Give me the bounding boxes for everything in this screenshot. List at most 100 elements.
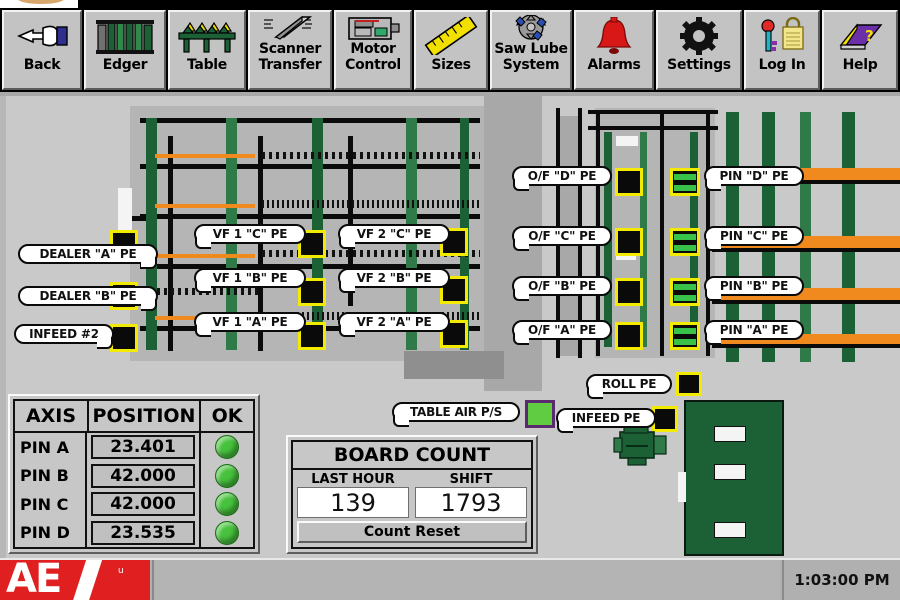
axis-ok-led [215, 520, 239, 545]
toolbar-button-log-in[interactable]: Log In [744, 10, 820, 90]
callout-dealer-b-pe[interactable]: DEALER "B" PE [18, 286, 158, 311]
lamp-of-d[interactable] [615, 168, 643, 196]
toolbar-button-table[interactable]: Table [168, 10, 246, 90]
lamp-pin-a[interactable] [670, 322, 700, 350]
toolbar-label-table: Table [186, 57, 227, 73]
toolbar-label-sizes: Sizes [431, 57, 471, 73]
toolbar-label-edger: Edger [102, 57, 148, 73]
callout-vf1-a-pe[interactable]: VF 1 "A" PE [194, 312, 306, 337]
toolbar-button-alarms[interactable]: Alarms [574, 10, 654, 90]
axis-position-value: 42.000 [91, 492, 195, 517]
edger-machine-icon [95, 15, 155, 57]
callout-text: TABLE AIR P/S [409, 405, 503, 419]
axis-header-position: POSITION [89, 401, 201, 431]
table-machine-icon [177, 15, 237, 57]
axis-position-panel: AXIS POSITION OK PIN A 23.401 PIN B 42.0… [8, 394, 260, 554]
callout-of-a-pe[interactable]: O/F "A" PE [512, 320, 612, 345]
table-row: PIN C 42.000 [15, 490, 253, 519]
lamp-infeed-2[interactable] [110, 324, 138, 352]
callout-pin-c-pe[interactable]: PIN "C" PE [704, 226, 804, 251]
toolbar-button-sizes[interactable]: Sizes [414, 10, 488, 90]
axis-ok-led [215, 492, 239, 517]
lower-platform [404, 351, 504, 379]
hand-pointer-icon [13, 15, 71, 57]
callout-text: INFEED #2 [29, 327, 99, 341]
toolbar-button-scanner-transfer[interactable]: Scanner Transfer [248, 10, 332, 90]
table-row: PIN A 23.401 [15, 433, 253, 462]
callout-roll-pe[interactable]: ROLL PE [586, 374, 672, 399]
outfeed-beam-4 [712, 344, 900, 348]
sawblade-lube-icon [503, 15, 559, 41]
callout-table-air-ps[interactable]: TABLE AIR P/S [392, 402, 520, 427]
toolbar-label-saw-lube: Saw Lube [494, 41, 568, 57]
callout-infeed-2[interactable]: INFEED #2 [14, 324, 114, 349]
axis-name: PIN B [15, 461, 87, 490]
lamp-roll-pe[interactable] [676, 372, 702, 396]
callout-vf2-b-pe[interactable]: VF 2 "B" PE [338, 268, 450, 293]
toolbar-label-motor: Motor [350, 41, 396, 57]
callout-pin-d-pe[interactable]: PIN "D" PE [704, 166, 804, 191]
count-reset-button[interactable]: Count Reset [297, 521, 527, 543]
lamp-of-b[interactable] [615, 278, 643, 306]
gear-icon [677, 15, 721, 57]
axis-name: PIN A [15, 433, 87, 462]
callout-text: PIN "D" PE [719, 169, 789, 183]
callout-vf1-c-pe[interactable]: VF 1 "C" PE [194, 224, 306, 249]
callout-of-b-pe[interactable]: O/F "B" PE [512, 276, 612, 301]
shift-label: SHIFT [449, 472, 493, 487]
cabinet-fixture-1 [714, 426, 746, 442]
status-clock: 1:03:00 PM [782, 560, 900, 600]
toolbar-label-control: Control [345, 57, 401, 73]
lamp-of-c[interactable] [615, 228, 643, 256]
axis-ok-led [215, 435, 239, 460]
frame-beam-3 [140, 214, 480, 219]
callout-text: O/F "C" PE [528, 229, 596, 243]
status-bar-message-area [152, 560, 780, 600]
scanner-transfer-icon [258, 15, 322, 41]
shift-group: SHIFT 1793 [415, 472, 527, 518]
toolbar-button-saw-lube-system[interactable]: Saw Lube System [490, 10, 572, 90]
callout-of-c-pe[interactable]: O/F "C" PE [512, 226, 612, 251]
callout-of-d-pe[interactable]: O/F "D" PE [512, 166, 612, 191]
process-mimic-diagram: DEALER "A" PE DEALER "B" PE INFEED #2 VF… [0, 96, 900, 558]
axis-ok-led [215, 463, 239, 488]
motor-icon [343, 15, 403, 41]
lamp-of-a[interactable] [615, 322, 643, 350]
lamp-pin-b[interactable] [670, 278, 700, 306]
toolbar-button-help[interactable]: ? Help [822, 10, 898, 90]
toolbar-button-settings[interactable]: Settings [656, 10, 742, 90]
callout-text: O/F "A" PE [528, 323, 596, 337]
orange-line-1 [155, 154, 255, 158]
lamp-table-air-ps[interactable] [525, 400, 555, 428]
callout-pin-b-pe[interactable]: PIN "B" PE [704, 276, 804, 301]
toolbar-label-transfer: Transfer [258, 57, 322, 73]
toolbar-button-back[interactable]: Back [2, 10, 82, 90]
orange-line-3 [155, 254, 255, 258]
callout-pin-a-pe[interactable]: PIN "A" PE [704, 320, 804, 345]
callout-vf2-a-pe[interactable]: VF 2 "A" PE [338, 312, 450, 337]
toolbar-label-alarms: Alarms [587, 57, 641, 73]
callout-text: INFEED PE [571, 411, 641, 425]
right-rail-2 [660, 110, 664, 356]
lamp-pin-c[interactable] [670, 228, 700, 256]
lamp-pin-d[interactable] [670, 168, 700, 196]
toolbar-button-motor-control[interactable]: Motor Control [334, 10, 412, 90]
callout-infeed-pe[interactable]: INFEED PE [556, 408, 656, 433]
axis-position-value: 23.401 [91, 435, 195, 460]
main-toolbar: Back Edger Table Scanner Transfer Motor … [0, 8, 900, 92]
axis-header-ok: OK [211, 405, 243, 427]
callout-text: ROLL PE [601, 377, 657, 391]
outfeed-green-cabinet [684, 400, 784, 556]
table-row: PIN D 23.535 [15, 518, 253, 547]
callout-text: PIN "C" PE [720, 229, 788, 243]
toolbar-button-edger[interactable]: Edger [84, 10, 166, 90]
company-logo: AE u [0, 560, 150, 600]
right-beam-top [588, 110, 718, 114]
window-title-strip [0, 0, 900, 9]
callout-text: VF 1 "A" PE [212, 315, 288, 329]
side-stub-1 [130, 216, 146, 221]
callout-dealer-a-pe[interactable]: DEALER "A" PE [18, 244, 158, 269]
toolbar-label-back: Back [23, 57, 61, 73]
callout-vf2-c-pe[interactable]: VF 2 "C" PE [338, 224, 450, 249]
callout-vf1-b-pe[interactable]: VF 1 "B" PE [194, 268, 306, 293]
